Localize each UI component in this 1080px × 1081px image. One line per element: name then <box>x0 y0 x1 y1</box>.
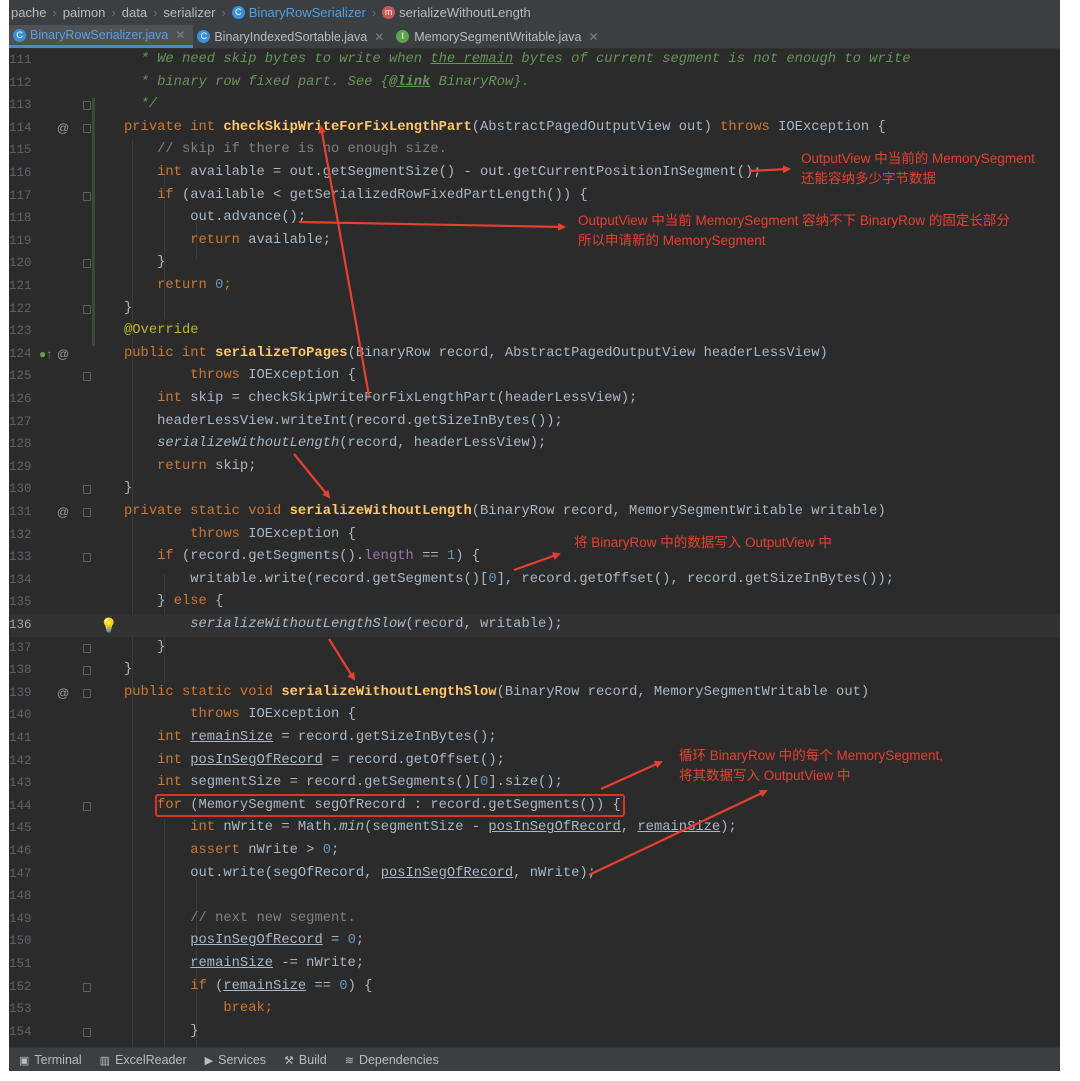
spreadsheet-icon: ▥ <box>99 1054 111 1067</box>
tool-label: Services <box>218 1053 267 1067</box>
class-icon: C <box>13 28 26 42</box>
services-icon: ▶ <box>204 1054 214 1067</box>
tab-binaryindexedsortable[interactable]: C BinaryIndexedSortable.java ✕ <box>193 25 392 48</box>
tool-label: ExcelReader <box>115 1053 187 1067</box>
tool-services[interactable]: ▶ Services <box>205 1053 266 1067</box>
breadcrumb-item[interactable]: BinaryRowSerializer <box>249 5 366 20</box>
tab-label: MemorySegmentWritable.java <box>414 29 582 44</box>
breadcrumb-item[interactable]: serializer <box>163 5 215 20</box>
arrow-icon <box>293 453 331 499</box>
code-editor[interactable]: 111 * We need skip bytes to write when t… <box>9 49 1060 1059</box>
annotation-arrows <box>293 125 791 876</box>
tool-excelreader[interactable]: ▥ ExcelReader <box>100 1053 187 1067</box>
terminal-icon: ▣ <box>19 1054 30 1067</box>
arrow-icon <box>513 552 561 572</box>
tool-terminal[interactable]: ▣ Terminal <box>19 1053 82 1067</box>
hammer-icon: ⚒ <box>284 1054 294 1067</box>
arrow-icon <box>600 760 663 791</box>
tool-label: Build <box>298 1053 327 1067</box>
tool-dependencies[interactable]: ≋ Dependencies <box>345 1053 439 1067</box>
breadcrumb-separator-icon: › <box>153 5 158 20</box>
tab-label: BinaryIndexedSortable.java <box>214 29 368 44</box>
breadcrumb: pache › paimon › data › serializer › C Binary… <box>9 0 1060 25</box>
tool-label: Dependencies <box>358 1053 439 1067</box>
close-icon[interactable]: ✕ <box>175 28 185 42</box>
breadcrumb-separator-icon: › <box>221 5 226 20</box>
layers-icon: ≋ <box>344 1054 354 1067</box>
tab-binaryrowserializer[interactable]: C BinaryRowSerializer.java ✕ <box>9 25 194 48</box>
arrow-icon <box>328 638 356 681</box>
tab-label: BinaryRowSerializer.java <box>30 28 169 42</box>
ide-window: pache › paimon › data › serializer › C Binary… <box>9 0 1060 1071</box>
tool-label: Terminal <box>34 1053 82 1067</box>
breadcrumb-item[interactable]: pache <box>11 5 46 20</box>
breadcrumb-separator-icon: › <box>111 5 116 20</box>
close-icon[interactable]: ✕ <box>374 30 384 44</box>
close-icon[interactable]: ✕ <box>588 30 598 44</box>
class-icon: C <box>231 6 245 19</box>
arrow-icon <box>588 789 768 876</box>
arrow-icon <box>748 165 791 174</box>
breadcrumb-item[interactable]: paimon <box>63 5 106 20</box>
interface-icon: I <box>396 30 410 43</box>
breadcrumb-item[interactable]: serializeWithoutLength <box>399 5 531 20</box>
breadcrumb-separator-icon: › <box>52 5 57 20</box>
tool-window-bar: ▣ Terminal ▥ ExcelReader ▶ Services ⚒ Build … <box>9 1047 1060 1071</box>
tab-memorysegmentwritable[interactable]: I MemorySegmentWritable.java ✕ <box>392 25 606 48</box>
breadcrumb-separator-icon: › <box>371 5 377 20</box>
method-icon: m <box>382 6 396 19</box>
class-icon: C <box>197 30 211 43</box>
tool-build[interactable]: ⚒ Build <box>284 1053 327 1067</box>
arrow-icon <box>318 125 371 397</box>
editor-tabs: C BinaryRowSerializer.java ✕ C BinaryInd… <box>9 25 1060 49</box>
breadcrumb-item[interactable]: data <box>122 5 147 20</box>
